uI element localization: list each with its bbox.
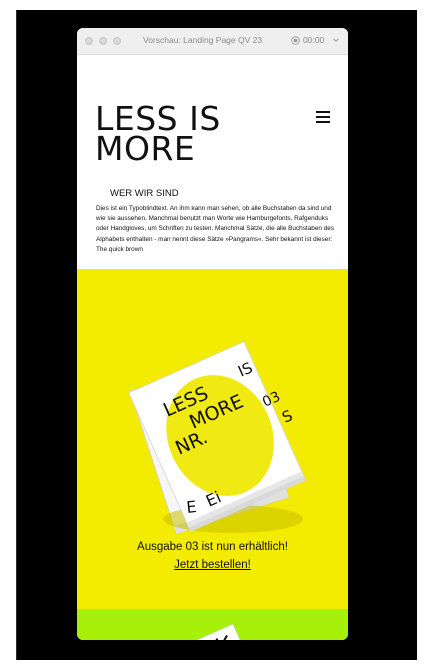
landing-page: LESS IS MORE WER WIR SIND Dies ist ein T…: [77, 55, 348, 640]
preview-window: Vorschau: Landing Page QV 23 00:00 LESS …: [77, 28, 348, 640]
zoom-window-button[interactable]: [113, 37, 121, 45]
section-heading: WER WIR SIND: [110, 188, 179, 199]
next-section: [77, 609, 348, 640]
window-titlebar: Vorschau: Landing Page QV 23 00:00: [77, 28, 348, 55]
section-body-text: Dies ist ein Typoblindtext. An ihm kann …: [96, 205, 335, 253]
promo-section: LESS MORE NR. 03 IS S E Ei Ausgabe 03 is…: [77, 269, 348, 609]
cover-word-s: S: [279, 406, 295, 426]
minimize-window-button[interactable]: [99, 37, 107, 45]
promo-text: Ausgabe 03 ist nun erhältlich!: [137, 541, 288, 553]
hero-title-line-2: MORE: [95, 129, 196, 168]
cover-word-e: E: [185, 497, 197, 517]
divider: [16, 10, 17, 660]
order-now-link[interactable]: Jetzt bestellen!: [77, 559, 348, 571]
magazine-peek-icon: [188, 623, 245, 640]
recording-timer: 00:00: [303, 35, 325, 45]
chevron-down-icon[interactable]: [333, 37, 339, 43]
window-title: Vorschau: Landing Page QV 23: [143, 35, 263, 45]
magazine-stack-icon: LESS MORE NR. 03 IS S E Ei: [128, 341, 306, 535]
hero-title: LESS IS MORE: [95, 102, 221, 168]
record-icon[interactable]: [291, 36, 300, 45]
close-window-button[interactable]: [85, 37, 93, 45]
menu-icon[interactable]: [316, 111, 330, 123]
